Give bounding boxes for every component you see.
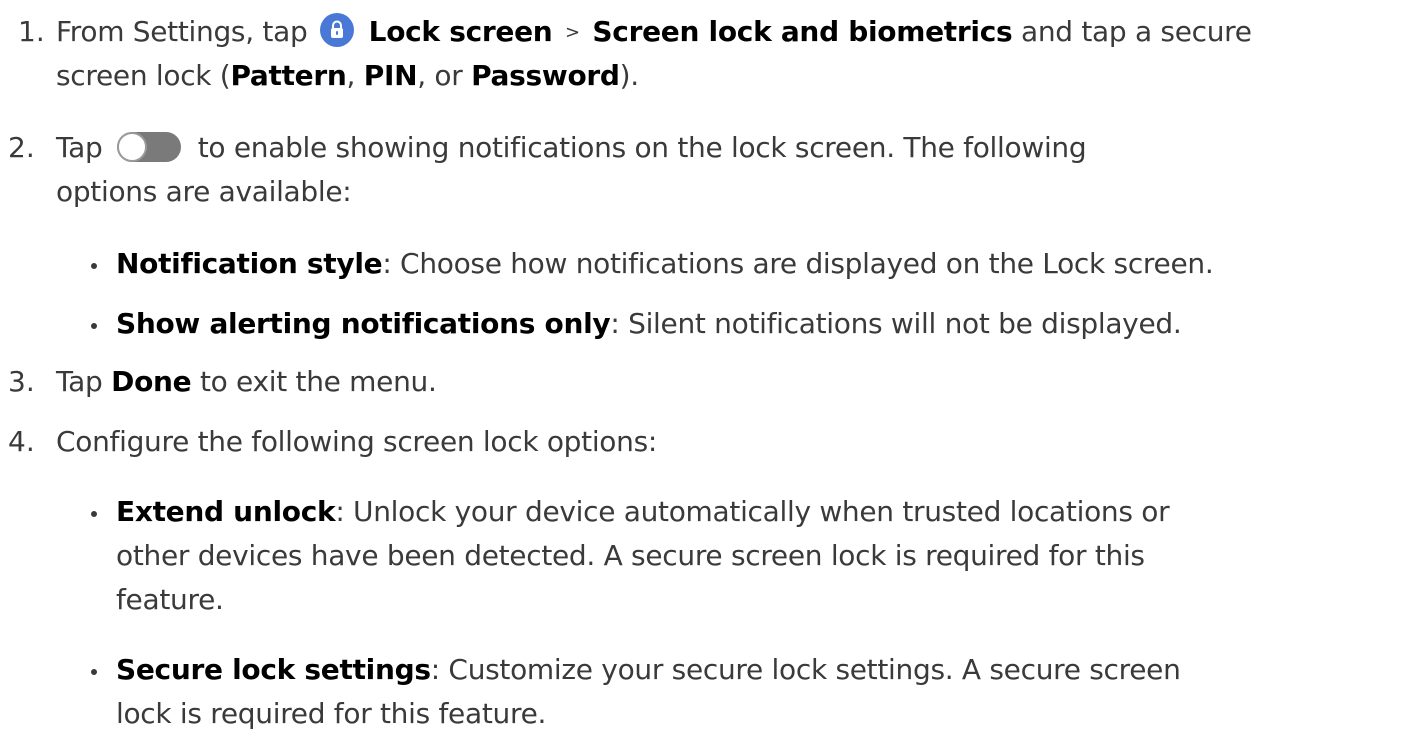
toggle-knob (117, 132, 148, 162)
instruction-document: 1. From Settings, tap Lock screen > Scre… (0, 0, 1423, 738)
screen-lock-biometrics-label: Screen lock and biometrics (592, 15, 1013, 48)
step-number: 3. (8, 365, 35, 398)
bullet-notification-style: Notification style: Choose how notificat… (116, 244, 1214, 284)
step-2-line-2: options are available: (56, 172, 352, 212)
pin-label: PIN (363, 59, 418, 92)
bullet-desc: : Silent notifications will not be displ… (610, 307, 1182, 340)
bullet (91, 669, 97, 675)
bullet-desc: : Unlock your device automatically when … (335, 495, 1170, 528)
bullet (91, 323, 97, 329)
bullet-term: Extend unlock (116, 495, 336, 528)
step-text: and tap a secure (1020, 15, 1252, 48)
step-text: screen lock ( (56, 59, 231, 92)
step-number: 1. (18, 15, 45, 48)
done-label: Done (111, 365, 192, 398)
bullet-term: Notification style (116, 247, 383, 280)
bullet-desc: : Customize your secure lock settings. A… (430, 653, 1181, 686)
step-4-line-1: Configure the following screen lock opti… (56, 422, 657, 462)
bullet-extend-unlock-line-2: other devices have been detected. A secu… (116, 536, 1145, 576)
step-text: options are available: (56, 175, 352, 208)
bullet-secure-lock-line-1: Secure lock settings: Customize your sec… (116, 650, 1181, 690)
step-number: 4. (8, 425, 35, 458)
lock-screen-label: Lock screen (368, 15, 553, 48)
bullet (91, 511, 97, 517)
bullet-desc: feature. (116, 583, 224, 616)
step-text: to exit the menu. (199, 365, 437, 398)
bullet-desc: other devices have been detected. A secu… (116, 539, 1145, 572)
bullet-extend-unlock-line-3: feature. (116, 580, 224, 620)
step-text: Configure the following screen lock opti… (56, 425, 657, 458)
step-2-line-1: Tap to enable showing notifications on t… (56, 128, 1087, 168)
bullet-term: Secure lock settings (116, 653, 431, 686)
step-text: , (346, 59, 356, 92)
toggle-switch-icon (117, 132, 182, 162)
bullet-desc: : Choose how notifications are displayed… (382, 247, 1214, 280)
password-label: Password (471, 59, 620, 92)
step-text: , or (417, 59, 463, 92)
step-text: From Settings, tap (56, 15, 308, 48)
step-text: to enable showing notifications on the l… (197, 131, 1087, 164)
bullet-term: Show alerting notifications only (116, 307, 611, 340)
breadcrumb-separator: > (565, 22, 580, 43)
bullet-show-alerting: Show alerting notifications only: Silent… (116, 304, 1182, 344)
step-3-line-1: Tap Done to exit the menu. (56, 362, 437, 402)
step-text: Tap (56, 365, 103, 398)
step-text: ). (619, 59, 640, 92)
step-number: 2. (8, 131, 35, 164)
bullet-desc: lock is required for this feature. (116, 697, 547, 730)
step-1-line-1: From Settings, tap Lock screen > Screen … (56, 12, 1252, 52)
pattern-label: Pattern (230, 59, 347, 92)
bullet (91, 263, 97, 269)
step-1-line-2: screen lock (Pattern, PIN, or Password). (56, 56, 639, 96)
bullet-extend-unlock-line-1: Extend unlock: Unlock your device automa… (116, 492, 1170, 532)
bullet-secure-lock-line-2: lock is required for this feature. (116, 694, 546, 734)
step-text: Tap (56, 131, 103, 164)
lock-icon (320, 13, 355, 47)
